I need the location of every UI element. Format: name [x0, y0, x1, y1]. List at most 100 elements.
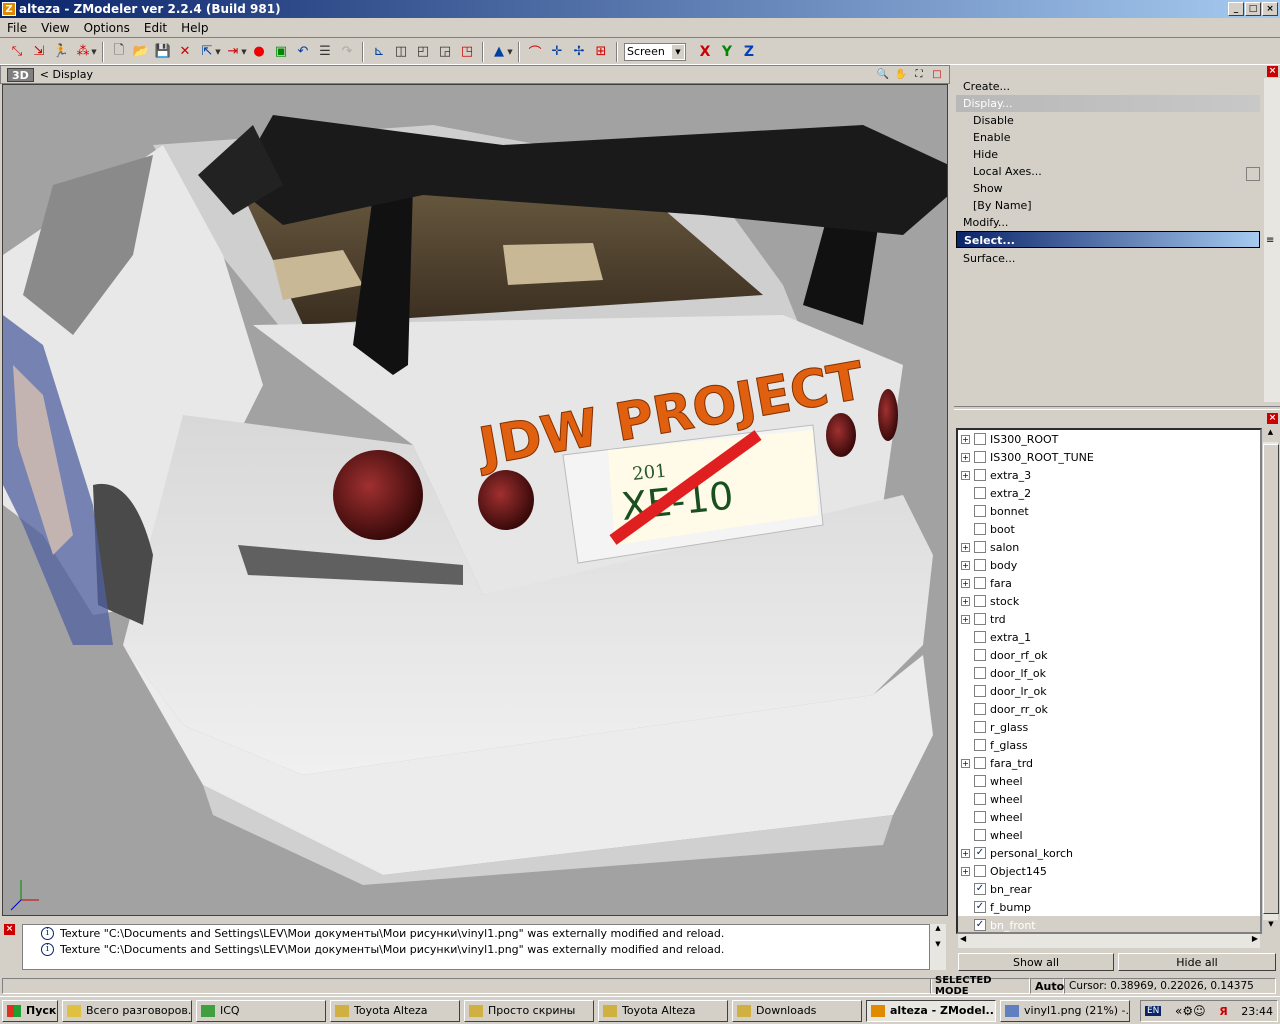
- record-icon[interactable]: ●: [248, 41, 270, 63]
- tray-icons[interactable]: «⚙☺: [1175, 1004, 1206, 1018]
- visibility-checkbox[interactable]: [974, 685, 986, 697]
- object-tree-scrollbar[interactable]: ▲ ▼: [1262, 428, 1279, 934]
- object-row[interactable]: door_lr_ok: [958, 682, 1260, 700]
- command-item[interactable]: Local Axes...: [956, 163, 1260, 180]
- command-item[interactable]: Surface...: [956, 250, 1260, 267]
- axis-scale-icon[interactable]: ⊞: [590, 41, 612, 63]
- taskbar-button[interactable]: Downloads: [732, 999, 862, 1022]
- start-button[interactable]: Пуск: [2, 999, 58, 1022]
- visibility-checkbox[interactable]: [974, 559, 986, 571]
- expand-icon[interactable]: +: [961, 848, 970, 858]
- object-row[interactable]: ✓ bn_front: [958, 916, 1260, 932]
- panel-splitter[interactable]: [954, 406, 1280, 410]
- visibility-checkbox[interactable]: [974, 721, 986, 733]
- zoom-icon[interactable]: 🔍: [875, 68, 891, 82]
- menu-help[interactable]: Help: [174, 21, 215, 35]
- object-row[interactable]: door_rf_ok: [958, 646, 1260, 664]
- object-row[interactable]: door_rr_ok: [958, 700, 1260, 718]
- taskbar-button[interactable]: Toyota Alteza: [330, 999, 460, 1022]
- dropdown-arrow-icon[interactable]: ▼: [240, 41, 248, 63]
- command-item[interactable]: Create...: [956, 78, 1260, 95]
- viewport-mode-label[interactable]: 3D: [7, 67, 34, 82]
- taskbar-button[interactable]: ICQ: [196, 999, 326, 1022]
- command-item[interactable]: Hide: [956, 146, 1260, 163]
- axis-z-button[interactable]: Z: [738, 41, 760, 63]
- close-button[interactable]: ×: [1262, 2, 1278, 16]
- cube-rotate-icon[interactable]: ◲: [434, 41, 456, 63]
- expand-icon[interactable]: +: [961, 542, 970, 552]
- axis-x-button[interactable]: X: [694, 41, 716, 63]
- zoom-extents-icon[interactable]: ⛶: [911, 68, 927, 82]
- scroll-down-icon[interactable]: ▼: [1263, 920, 1279, 934]
- objects-close-icon[interactable]: ×: [1267, 413, 1278, 424]
- cube-icon[interactable]: ◫: [390, 41, 412, 63]
- undo-icon[interactable]: ↶: [292, 41, 314, 63]
- visibility-checkbox[interactable]: [974, 703, 986, 715]
- expand-icon[interactable]: +: [961, 596, 970, 606]
- object-row[interactable]: + Object145: [958, 862, 1260, 880]
- dropdown-arrow-icon[interactable]: ▼: [214, 41, 222, 63]
- visibility-checkbox[interactable]: [974, 541, 986, 553]
- dropdown-arrow-icon[interactable]: ▼: [90, 41, 98, 63]
- menu-options[interactable]: Options: [77, 21, 137, 35]
- command-item[interactable]: Disable: [956, 112, 1260, 129]
- visibility-checkbox[interactable]: [974, 613, 986, 625]
- object-row[interactable]: + extra_3: [958, 466, 1260, 484]
- viewport-3d[interactable]: 201 XE-10 JDW PROJECT: [2, 84, 948, 916]
- breadcrumb[interactable]: < Display: [40, 68, 93, 81]
- command-item[interactable]: [By Name]: [956, 197, 1260, 214]
- magnet-icon[interactable]: ⌒: [524, 41, 546, 63]
- visibility-checkbox[interactable]: [974, 811, 986, 823]
- object-row[interactable]: + ✓ personal_korch: [958, 844, 1260, 862]
- scroll-right-icon[interactable]: ▶: [1252, 934, 1258, 948]
- visibility-checkbox[interactable]: ✓: [974, 847, 986, 859]
- pan-hand-icon[interactable]: ✋: [893, 68, 909, 82]
- expand-icon[interactable]: +: [961, 470, 970, 480]
- visibility-checkbox[interactable]: [974, 469, 986, 481]
- menu-view[interactable]: View: [34, 21, 76, 35]
- coordinate-space-select[interactable]: Screen ▼: [624, 42, 686, 61]
- panel-close-icon[interactable]: ×: [1267, 66, 1278, 77]
- taskbar-button[interactable]: vinyl1.png (21%) -...: [1000, 999, 1130, 1022]
- visibility-checkbox[interactable]: [974, 757, 986, 769]
- delete-icon[interactable]: ✕: [174, 41, 196, 63]
- visibility-checkbox[interactable]: [974, 667, 986, 679]
- command-item[interactable]: Display...: [956, 95, 1260, 112]
- taskbar-button[interactable]: Toyota Alteza: [598, 999, 728, 1022]
- visibility-checkbox[interactable]: [974, 739, 986, 751]
- object-row[interactable]: wheel: [958, 790, 1260, 808]
- axes-icon[interactable]: ⊾: [368, 41, 390, 63]
- object-row[interactable]: extra_2: [958, 484, 1260, 502]
- save-icon[interactable]: 💾: [152, 41, 174, 63]
- command-item[interactable]: Show: [956, 180, 1260, 197]
- expand-icon[interactable]: +: [961, 578, 970, 588]
- taskbar-button[interactable]: Всего разговоров...: [62, 999, 192, 1022]
- object-row[interactable]: + salon: [958, 538, 1260, 556]
- show-all-button[interactable]: Show all: [958, 953, 1114, 971]
- visibility-checkbox[interactable]: [974, 451, 986, 463]
- expand-icon[interactable]: +: [961, 434, 970, 444]
- visibility-checkbox[interactable]: [974, 523, 986, 535]
- expand-icon[interactable]: +: [961, 758, 970, 768]
- object-row[interactable]: + fara_trd: [958, 754, 1260, 772]
- visibility-checkbox[interactable]: [974, 775, 986, 787]
- object-row[interactable]: + fara: [958, 574, 1260, 592]
- visibility-checkbox[interactable]: ✓: [974, 919, 986, 931]
- visibility-checkbox[interactable]: [974, 649, 986, 661]
- visibility-checkbox[interactable]: ✓: [974, 901, 986, 913]
- command-item[interactable]: Modify...: [956, 214, 1260, 231]
- object-row[interactable]: wheel: [958, 808, 1260, 826]
- log-close-icon[interactable]: ×: [4, 924, 15, 935]
- expand-icon[interactable]: +: [961, 614, 970, 624]
- scroll-thumb[interactable]: [1263, 444, 1279, 914]
- object-row[interactable]: + IS300_ROOT_TUNE: [958, 448, 1260, 466]
- pick-tool-icon[interactable]: ⇲: [28, 41, 50, 63]
- object-row[interactable]: f_glass: [958, 736, 1260, 754]
- object-row[interactable]: boot: [958, 520, 1260, 538]
- visibility-checkbox[interactable]: [974, 595, 986, 607]
- dropdown-arrow-icon[interactable]: ▼: [506, 41, 514, 63]
- notes-icon[interactable]: ☰: [314, 41, 336, 63]
- axis-y-button[interactable]: Y: [716, 41, 738, 63]
- menu-edit[interactable]: Edit: [137, 21, 174, 35]
- expand-icon[interactable]: +: [961, 560, 970, 570]
